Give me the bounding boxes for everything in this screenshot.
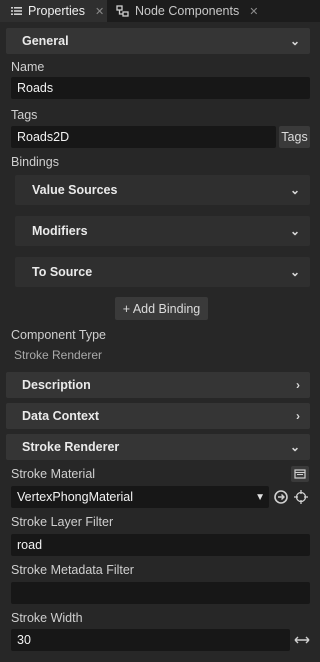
drag-resize-icon[interactable] (293, 633, 311, 647)
tags-label: Tags (11, 108, 38, 122)
name-input[interactable]: Roads (11, 77, 310, 99)
browse-icon[interactable] (291, 466, 309, 482)
chevron-down-icon: ⌄ (289, 440, 300, 454)
list-icon (11, 7, 22, 15)
stroke-layer-filter-input[interactable]: road (11, 534, 310, 556)
stroke-material-select[interactable]: VertexPhongMaterial ▼ (11, 486, 269, 508)
chevron-right-icon: › (296, 409, 300, 423)
close-icon[interactable]: ✕ (95, 5, 104, 18)
binding-label: To Source (32, 265, 93, 279)
stroke-material-label: Stroke Material (11, 467, 96, 481)
name-label: Name (11, 60, 45, 74)
stroke-width-label: Stroke Width (11, 611, 83, 625)
component-type-label: Component Type (11, 328, 106, 342)
tags-input[interactable]: Roads2D (11, 126, 276, 148)
tab-node-components[interactable]: Node Components ✕ (116, 0, 266, 22)
chevron-down-icon: ⌄ (289, 34, 300, 48)
binding-label: Modifiers (32, 224, 88, 238)
general-header-label: General (22, 34, 69, 48)
stroke-layer-filter-label: Stroke Layer Filter (11, 515, 114, 529)
dropdown-arrow-icon: ▼ (255, 491, 265, 503)
chevron-right-icon: › (296, 378, 300, 392)
description-section-header[interactable]: Description › (6, 372, 310, 398)
stroke-width-input[interactable]: 30 (11, 629, 290, 651)
binding-to-source[interactable]: To Source ⌄ (15, 257, 310, 287)
binding-value-sources[interactable]: Value Sources ⌄ (15, 175, 310, 205)
target-picker-icon[interactable] (293, 489, 309, 505)
data-context-section-header[interactable]: Data Context › (6, 403, 310, 429)
stroke-material-value: VertexPhongMaterial (17, 490, 134, 504)
add-binding-button[interactable]: + Add Binding (115, 297, 208, 320)
close-icon[interactable]: ✕ (249, 5, 258, 18)
chevron-down-icon: ⌄ (289, 224, 300, 238)
component-type-value: Stroke Renderer (14, 348, 103, 362)
stroke-metadata-filter-input[interactable] (11, 582, 310, 604)
node-components-icon (116, 5, 129, 17)
bindings-label: Bindings (11, 155, 59, 169)
description-header-label: Description (22, 378, 91, 392)
tab-properties-label: Properties (28, 4, 85, 18)
stroke-metadata-filter-label: Stroke Metadata Filter (11, 563, 134, 577)
go-to-resource-icon[interactable] (273, 489, 289, 505)
general-section-header[interactable]: General ⌄ (6, 28, 310, 54)
stroke-renderer-section-header[interactable]: Stroke Renderer ⌄ (6, 434, 310, 460)
tags-button[interactable]: Tags (279, 126, 310, 148)
tab-properties[interactable]: Properties ✕ (0, 0, 107, 22)
data-context-header-label: Data Context (22, 409, 100, 423)
stroke-renderer-header-label: Stroke Renderer (22, 440, 120, 454)
binding-modifiers[interactable]: Modifiers ⌄ (15, 216, 310, 246)
chevron-down-icon: ⌄ (289, 183, 300, 197)
tab-bar: Properties ✕ Node Components ✕ (0, 0, 320, 22)
tab-node-components-label: Node Components (135, 4, 240, 18)
binding-label: Value Sources (32, 183, 118, 197)
chevron-down-icon: ⌄ (289, 265, 300, 279)
